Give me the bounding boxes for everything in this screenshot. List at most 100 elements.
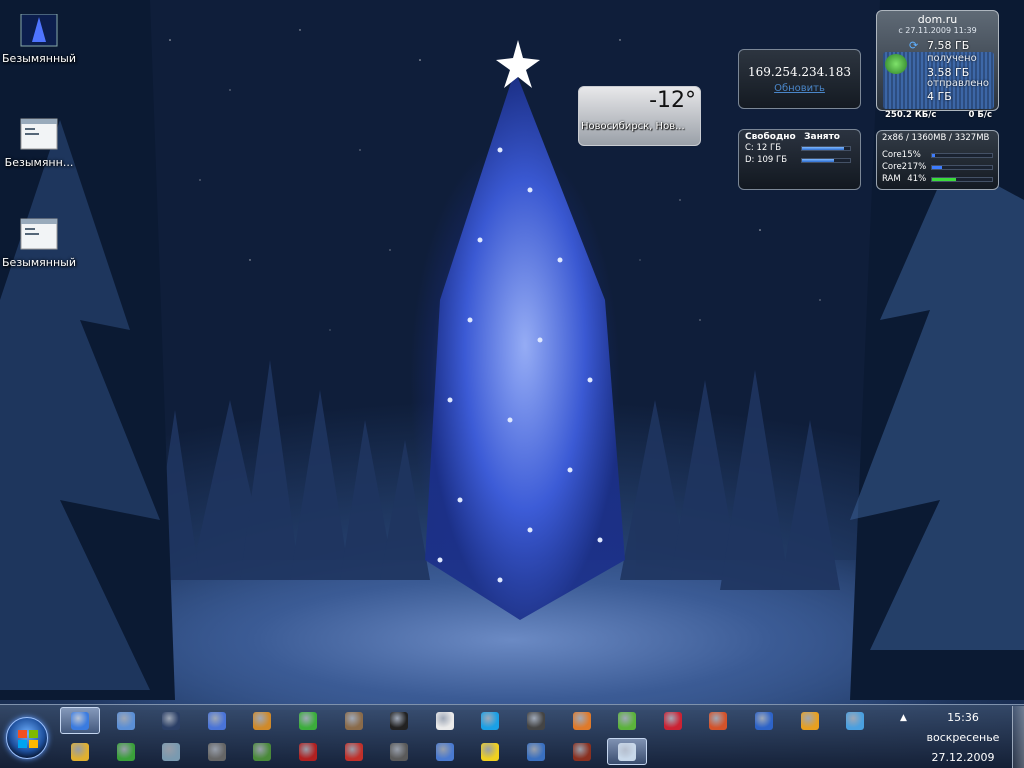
taskbar-button-game[interactable] xyxy=(653,707,693,734)
taskbar-button-folder[interactable] xyxy=(60,738,100,765)
weather-city: Новосибирск, Нов... xyxy=(581,121,685,132)
sync-icon: ⟳ xyxy=(909,39,919,52)
ram-usage-bar xyxy=(930,176,993,182)
shield-cross-icon xyxy=(344,742,363,761)
clock-time: 15:36 xyxy=(947,711,979,724)
ie-icon xyxy=(71,711,89,730)
traffic-received-label: получено xyxy=(927,53,977,64)
recycle-icon xyxy=(162,742,181,761)
traffic-speed-down: 250.2 КБ/с xyxy=(885,110,937,120)
disc-icon xyxy=(207,742,226,761)
weather-temperature: -12° xyxy=(649,88,696,113)
taskbar-button-tower[interactable] xyxy=(425,738,465,765)
taskbar-button-refresh[interactable] xyxy=(425,707,465,734)
taskbar-button-face[interactable] xyxy=(379,707,419,734)
system-clock[interactable]: 15:36 воскресенье 27.12.2009 xyxy=(924,708,1002,768)
disk-label: D: 109 ГБ xyxy=(745,155,788,165)
hedgehog-icon xyxy=(207,711,226,730)
game-icon xyxy=(299,742,317,761)
traffic-extra-value: 4 ГБ xyxy=(927,90,952,103)
windows-logo-icon xyxy=(18,730,38,748)
skype-icon xyxy=(481,711,500,730)
radiation-icon xyxy=(481,742,500,761)
taskbar-button-hedgehog[interactable] xyxy=(197,707,237,734)
taskbar-button-mp3cut[interactable] xyxy=(106,738,146,765)
skull-icon xyxy=(390,742,409,761)
mp3cut-icon xyxy=(116,742,135,761)
taskbar-button-monitor[interactable] xyxy=(151,707,191,734)
taskbar-button-house[interactable] xyxy=(698,707,738,734)
taskbar-button-skull[interactable] xyxy=(379,738,419,765)
folder-icon xyxy=(71,742,89,761)
cpu-row-name: Core2 xyxy=(882,162,908,172)
cpu-row: RAM 41% xyxy=(882,173,993,185)
traffic-received-value: 7.58 ГБ xyxy=(927,39,970,52)
sword-icon xyxy=(572,742,591,761)
desktop-icon-2[interactable]: Безымянн... xyxy=(0,118,78,169)
weather-gadget[interactable]: -12° Новосибирск, Нов... xyxy=(578,86,701,146)
ip-gadget: 169.254.234.183 Обновить xyxy=(738,49,861,109)
forest-scene xyxy=(0,0,1024,700)
info-icon xyxy=(800,711,819,730)
taskbar-button-disc[interactable] xyxy=(197,738,237,765)
cpu-row: Core1 5% xyxy=(882,149,993,161)
taskbar-button-windows-update[interactable] xyxy=(835,707,875,734)
taskbar-button-recycle[interactable] xyxy=(151,738,191,765)
chat-icon xyxy=(253,742,272,761)
disk-label: C: 12 ГБ xyxy=(745,143,782,153)
taskbar-button-save[interactable] xyxy=(744,707,784,734)
disk-row: C: 12 ГБ xyxy=(745,142,854,154)
network-icon xyxy=(116,711,135,730)
desktop-icon-3[interactable]: Безымянный xyxy=(0,218,78,269)
taskbar-button-utorrent[interactable] xyxy=(288,707,328,734)
taskbar-button-game[interactable] xyxy=(288,738,328,765)
half-life-icon xyxy=(253,711,272,730)
clock-date: 27.12.2009 xyxy=(931,751,995,764)
start-button[interactable] xyxy=(6,717,48,759)
save-icon xyxy=(755,711,773,730)
traffic-speed-up: 0 Б/с xyxy=(968,110,993,120)
disk-free-header: Свободно xyxy=(745,132,796,142)
cpu-row-percent: 17% xyxy=(907,162,927,172)
taskbar-button-half-life[interactable] xyxy=(242,707,282,734)
taskbar-button-chat[interactable] xyxy=(242,738,282,765)
ip-refresh-link[interactable]: Обновить xyxy=(739,83,860,94)
taskbar-button-skype[interactable] xyxy=(470,707,510,734)
desktop-icon-label: Безымянный xyxy=(2,256,76,269)
taskbar-button-paint[interactable] xyxy=(607,738,648,765)
screenshot-window-icon xyxy=(17,118,61,152)
taskbar-button-network[interactable] xyxy=(106,707,146,734)
taskbar-button-ie[interactable] xyxy=(60,707,100,734)
show-desktop-button[interactable] xyxy=(1012,706,1024,768)
taskbar-button-target[interactable] xyxy=(562,707,602,734)
taskbar-button-steam[interactable] xyxy=(516,707,556,734)
taskbar-button-sword[interactable] xyxy=(562,738,602,765)
taskbar-button-gimp[interactable] xyxy=(334,707,374,734)
show-hidden-icons-button[interactable]: ▲ xyxy=(900,713,907,723)
desktop-icon-label: Безымянный xyxy=(2,52,76,65)
house-icon xyxy=(709,711,728,730)
cpu-row-name: RAM xyxy=(882,174,901,184)
desktop-icon-1[interactable]: Безымянный xyxy=(0,13,78,65)
screenshot-window-icon xyxy=(17,218,61,252)
cpu-meter-gadget: 2x86 / 1360MB / 3327MB Core1 5% Core2 17… xyxy=(876,130,999,190)
clock-day: воскресенье xyxy=(926,731,1000,744)
disk-usage-bar xyxy=(801,145,851,151)
utorrent-icon xyxy=(299,711,317,730)
traffic-sent-label: отправлено xyxy=(927,78,990,89)
face-icon xyxy=(390,711,409,730)
ip-address: 169.254.234.183 xyxy=(747,65,852,79)
taskbar-button-globe[interactable] xyxy=(607,707,647,734)
network-computer-icon xyxy=(885,54,907,74)
cpu-usage-bar xyxy=(930,164,993,170)
taskbar-button-info[interactable] xyxy=(790,707,830,734)
cpu-header: 2x86 / 1360MB / 3327MB xyxy=(882,133,990,143)
cpu-usage-bar xyxy=(930,152,993,158)
refresh-icon xyxy=(435,711,454,730)
taskbar-button-radiation[interactable] xyxy=(470,738,510,765)
taskbar-button-cup[interactable] xyxy=(516,738,556,765)
disk-gadget: Свободно Занято C: 12 ГБ D: 109 ГБ xyxy=(738,129,861,190)
taskbar-button-shield-cross[interactable] xyxy=(334,738,374,765)
globe-icon xyxy=(618,711,637,730)
gimp-icon xyxy=(344,711,363,730)
